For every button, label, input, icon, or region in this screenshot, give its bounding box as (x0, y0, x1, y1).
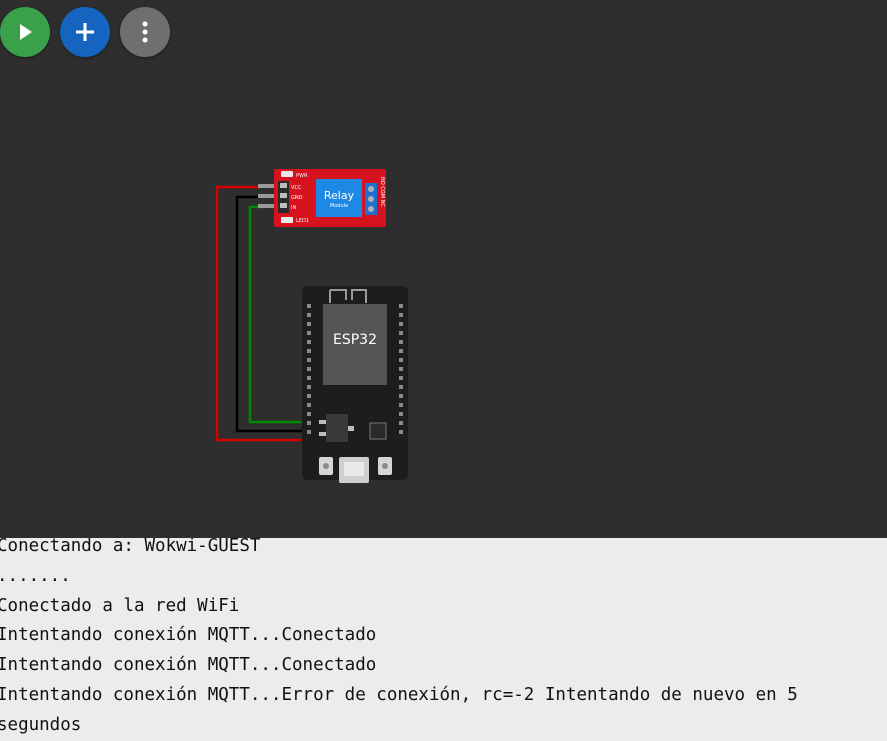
esp32-board[interactable]: ESP32 (302, 286, 408, 483)
esp32-pin[interactable] (307, 394, 311, 398)
terminals-label: NO COM NC (379, 177, 385, 207)
gnd-pin-label: GND (291, 195, 303, 201)
wire-signal[interactable] (248, 205, 308, 424)
led1-label: LED1 (296, 218, 309, 224)
esp32-pin[interactable] (307, 403, 311, 407)
esp32-pin[interactable] (399, 394, 403, 398)
vcc-pin-label: VCC (291, 185, 302, 191)
serial-monitor[interactable]: Conectando a: Wokwi-GUEST ....... Conect… (0, 538, 887, 741)
led1-led (281, 217, 293, 223)
console-line: Intentando conexión MQTT...Error de cone… (0, 684, 809, 735)
relay-title: Relay (324, 189, 355, 202)
esp32-pin[interactable] (399, 304, 403, 308)
esp32-pin[interactable] (399, 376, 403, 380)
in-pin-label: IN (291, 205, 296, 211)
esp32-pin[interactable] (399, 349, 403, 353)
esp32-pin[interactable] (307, 367, 311, 371)
wire-gnd[interactable] (235, 195, 308, 433)
esp32-pin[interactable] (399, 385, 403, 389)
esp32-pin[interactable] (307, 313, 311, 317)
esp32-pin[interactable] (399, 403, 403, 407)
esp32-pin[interactable] (399, 367, 403, 371)
console-line: Conectando a: Wokwi-GUEST (0, 538, 261, 556)
esp32-pin[interactable] (307, 349, 311, 353)
circuit-diagram: PWR LED1 VCC GND IN Relay Module NO COM … (215, 169, 408, 483)
esp32-pin[interactable] (307, 331, 311, 335)
console-line: Intentando conexión MQTT...Conectado (0, 655, 377, 676)
esp32-pin[interactable] (399, 412, 403, 416)
simulation-canvas[interactable]: PWR LED1 VCC GND IN Relay Module NO COM … (0, 0, 887, 538)
esp32-pin[interactable] (399, 430, 403, 434)
relay-subtitle: Module (330, 203, 348, 209)
esp32-pin[interactable] (399, 421, 403, 425)
esp32-pin[interactable] (399, 358, 403, 362)
esp32-pin[interactable] (307, 430, 311, 434)
esp32-label: ESP32 (333, 332, 377, 348)
esp32-pin[interactable] (399, 322, 403, 326)
esp32-left-pins (307, 304, 311, 434)
relay-module[interactable]: PWR LED1 VCC GND IN Relay Module NO COM … (258, 169, 386, 227)
console-line: Intentando conexión MQTT...Conectado (0, 625, 377, 646)
esp32-pin[interactable] (307, 421, 311, 425)
esp32-pin[interactable] (307, 385, 311, 389)
esp32-right-pins (399, 304, 403, 434)
esp32-pin[interactable] (399, 331, 403, 335)
console-line: ....... (0, 565, 71, 586)
esp32-pin[interactable] (399, 313, 403, 317)
console-line: Conectado a la red WiFi (0, 595, 240, 616)
esp32-pin[interactable] (307, 358, 311, 362)
esp32-pin[interactable] (307, 376, 311, 380)
esp32-pin[interactable] (307, 322, 311, 326)
esp32-pin[interactable] (399, 340, 403, 344)
esp32-pin[interactable] (307, 340, 311, 344)
esp32-pin[interactable] (307, 412, 311, 416)
esp32-pin[interactable] (307, 304, 311, 308)
pwr-label: PWR (296, 173, 308, 179)
pwr-led (281, 171, 293, 177)
